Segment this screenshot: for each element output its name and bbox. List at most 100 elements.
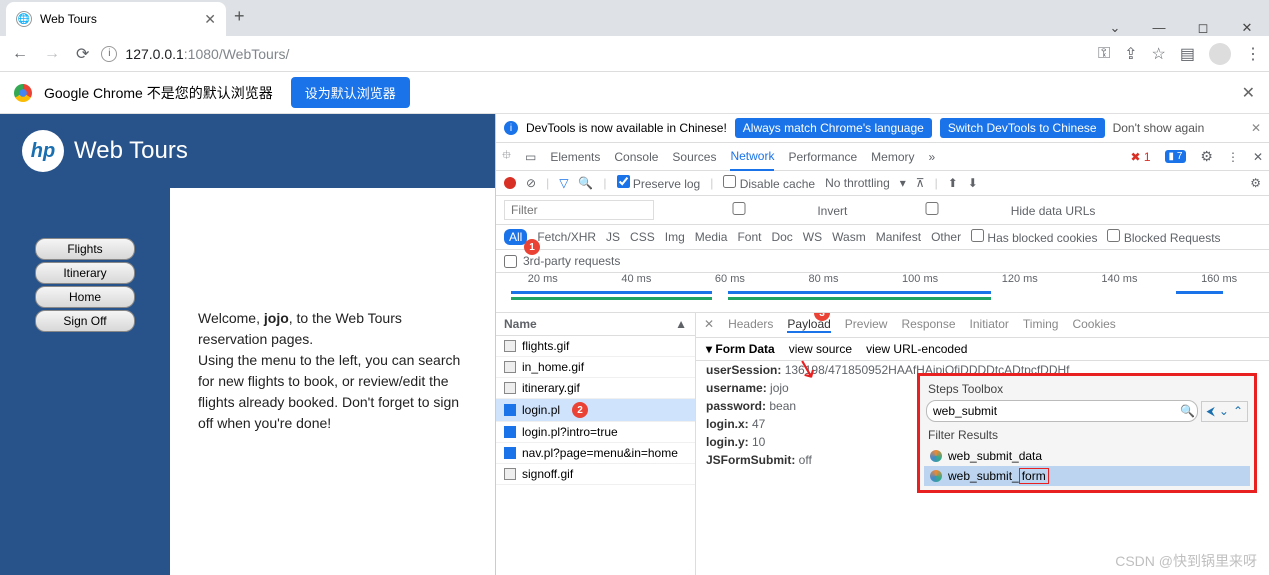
tab-memory[interactable]: Memory xyxy=(871,144,914,170)
request-row[interactable]: itinerary.gif xyxy=(496,378,695,399)
nav-home-button[interactable]: Home xyxy=(35,286,135,308)
type-css[interactable]: CSS xyxy=(630,230,655,244)
search-icon[interactable]: 🔍 xyxy=(578,176,593,190)
clear-icon[interactable]: ⊘ xyxy=(526,176,536,190)
has-blocked-cookies-checkbox[interactable]: Has blocked cookies xyxy=(971,229,1097,245)
inspect-icon[interactable]: ⯐ xyxy=(502,146,511,167)
name-header[interactable]: Name xyxy=(504,317,537,331)
tab-preview[interactable]: Preview xyxy=(845,317,888,333)
settings-icon[interactable]: ⚙ xyxy=(1200,148,1213,165)
set-default-button[interactable]: 设为默认浏览器 xyxy=(291,77,410,108)
tab-elements[interactable]: Elements xyxy=(550,144,600,170)
blocked-requests-checkbox[interactable]: Blocked Requests xyxy=(1107,229,1220,245)
type-fetchxhr[interactable]: Fetch/XHR xyxy=(537,230,596,244)
type-other[interactable]: Other xyxy=(931,230,961,244)
step-item-label: web_submit_data xyxy=(948,449,1042,463)
type-img[interactable]: Img xyxy=(665,230,685,244)
detail-close-icon[interactable]: ✕ xyxy=(704,317,714,333)
type-wasm[interactable]: Wasm xyxy=(832,230,866,244)
request-row[interactable]: signoff.gif xyxy=(496,464,695,485)
tab-cookies[interactable]: Cookies xyxy=(1072,317,1115,333)
type-manifest[interactable]: Manifest xyxy=(876,230,921,244)
infobar-close-icon[interactable]: ✕ xyxy=(1242,83,1255,103)
more-tabs-icon[interactable]: » xyxy=(929,150,936,164)
throttling-dropdown-icon[interactable]: ▾ xyxy=(900,176,906,190)
devtools-menu-icon[interactable]: ⋮ xyxy=(1227,150,1239,164)
key-icon[interactable]: ⚿ xyxy=(1098,45,1110,63)
step-item[interactable]: web_submit_data xyxy=(924,446,1250,466)
step-item-selected[interactable]: web_submit_form xyxy=(924,466,1250,486)
tab-headers[interactable]: Headers xyxy=(728,317,773,333)
hide-data-urls-checkbox[interactable]: Hide data URLs xyxy=(857,202,1095,218)
nav-signoff-button[interactable]: Sign Off xyxy=(35,310,135,332)
request-row[interactable]: login.pl2 xyxy=(496,399,695,422)
tab-response[interactable]: Response xyxy=(901,317,955,333)
issue-count[interactable]: ▮ 7 xyxy=(1165,150,1187,163)
tab-close-icon[interactable]: ✕ xyxy=(204,11,216,28)
share-icon[interactable]: ⇪ xyxy=(1124,44,1137,64)
back-icon[interactable]: ← xyxy=(8,41,32,67)
upload-icon[interactable]: ⬆ xyxy=(948,176,958,190)
tab-network[interactable]: Network xyxy=(730,143,774,171)
form-data-header[interactable]: ▾ Form Data view source view URL-encoded xyxy=(696,338,1269,361)
nav-itinerary-button[interactable]: Itinerary xyxy=(35,262,135,284)
tab-timing[interactable]: Timing xyxy=(1023,317,1059,333)
site-info-icon[interactable]: i xyxy=(101,46,117,62)
chevron-down-icon[interactable]: ⌄ xyxy=(1219,404,1229,419)
reading-list-icon[interactable]: ▤ xyxy=(1180,44,1195,64)
banner-close-icon[interactable]: ✕ xyxy=(1251,121,1261,135)
tab-console[interactable]: Console xyxy=(614,144,658,170)
tab-initiator[interactable]: Initiator xyxy=(970,317,1009,333)
type-media[interactable]: Media xyxy=(695,230,728,244)
devtools-close-icon[interactable]: ✕ xyxy=(1253,150,1263,164)
network-settings-icon[interactable]: ⚙ xyxy=(1250,176,1261,190)
wifi-icon[interactable]: ⊼ xyxy=(916,176,925,190)
chevron-down-icon[interactable]: ⌄ xyxy=(1093,20,1137,36)
web-tours-app: hp Web Tours Flights Itinerary Home Sign… xyxy=(0,114,495,575)
nav-back-icon[interactable]: ⮜ xyxy=(1206,404,1215,419)
view-url-encoded-link[interactable]: view URL-encoded xyxy=(866,342,967,356)
dont-show-again-link[interactable]: Don't show again xyxy=(1113,121,1205,135)
switch-devtools-chinese-button[interactable]: Switch DevTools to Chinese xyxy=(940,118,1105,138)
tab-sources[interactable]: Sources xyxy=(672,144,716,170)
maximize-icon[interactable]: ◻ xyxy=(1181,20,1225,36)
type-doc[interactable]: Doc xyxy=(771,230,792,244)
device-toggle-icon[interactable]: ▭ xyxy=(525,150,536,164)
image-icon xyxy=(504,382,516,394)
profile-avatar[interactable] xyxy=(1209,43,1231,65)
error-count[interactable]: ✖ 1 xyxy=(1130,150,1150,164)
download-icon[interactable]: ⬇ xyxy=(968,176,978,190)
network-timeline[interactable]: 20 ms 40 ms 60 ms 80 ms 100 ms 120 ms 14… xyxy=(496,273,1269,313)
minimize-icon[interactable]: — xyxy=(1137,20,1181,36)
request-row[interactable]: login.pl?intro=true xyxy=(496,422,695,443)
steps-search-input[interactable] xyxy=(926,400,1198,422)
browser-tab[interactable]: 🌐 Web Tours ✕ xyxy=(6,2,226,36)
filter-input[interactable] xyxy=(504,200,654,220)
invert-checkbox[interactable]: Invert xyxy=(664,202,847,218)
request-row[interactable]: flights.gif xyxy=(496,336,695,357)
steps-nav-buttons[interactable]: ⮜ ⌄ ⌃ xyxy=(1201,401,1248,422)
third-party-checkbox[interactable] xyxy=(504,255,517,268)
reload-icon[interactable]: ⟳ xyxy=(72,40,93,68)
always-match-language-button[interactable]: Always match Chrome's language xyxy=(735,118,932,138)
throttling-select[interactable]: No throttling xyxy=(825,176,890,190)
star-icon[interactable]: ☆ xyxy=(1152,44,1166,64)
request-row[interactable]: in_home.gif xyxy=(496,357,695,378)
filter-icon[interactable]: ▽ xyxy=(559,176,568,190)
type-js[interactable]: JS xyxy=(606,230,620,244)
new-tab-button[interactable]: + xyxy=(234,6,245,27)
nav-flights-button[interactable]: Flights xyxy=(35,238,135,260)
search-icon[interactable]: 🔍 xyxy=(1180,404,1195,418)
disable-cache-checkbox[interactable]: Disable cache xyxy=(723,175,815,191)
record-icon[interactable] xyxy=(504,177,516,189)
preserve-log-checkbox[interactable]: Preserve log xyxy=(617,175,701,191)
menu-icon[interactable]: ⋮ xyxy=(1245,44,1261,64)
type-font[interactable]: Font xyxy=(737,230,761,244)
tab-performance[interactable]: Performance xyxy=(788,144,857,170)
request-row[interactable]: nav.pl?page=menu&in=home xyxy=(496,443,695,464)
chevron-up-icon[interactable]: ⌃ xyxy=(1233,404,1243,419)
close-icon[interactable]: ✕ xyxy=(1225,20,1269,36)
url-field[interactable]: i 127.0.0.1:1080/WebTours/ xyxy=(101,46,1090,62)
type-ws[interactable]: WS xyxy=(803,230,822,244)
view-source-link[interactable]: view source xyxy=(789,342,852,356)
